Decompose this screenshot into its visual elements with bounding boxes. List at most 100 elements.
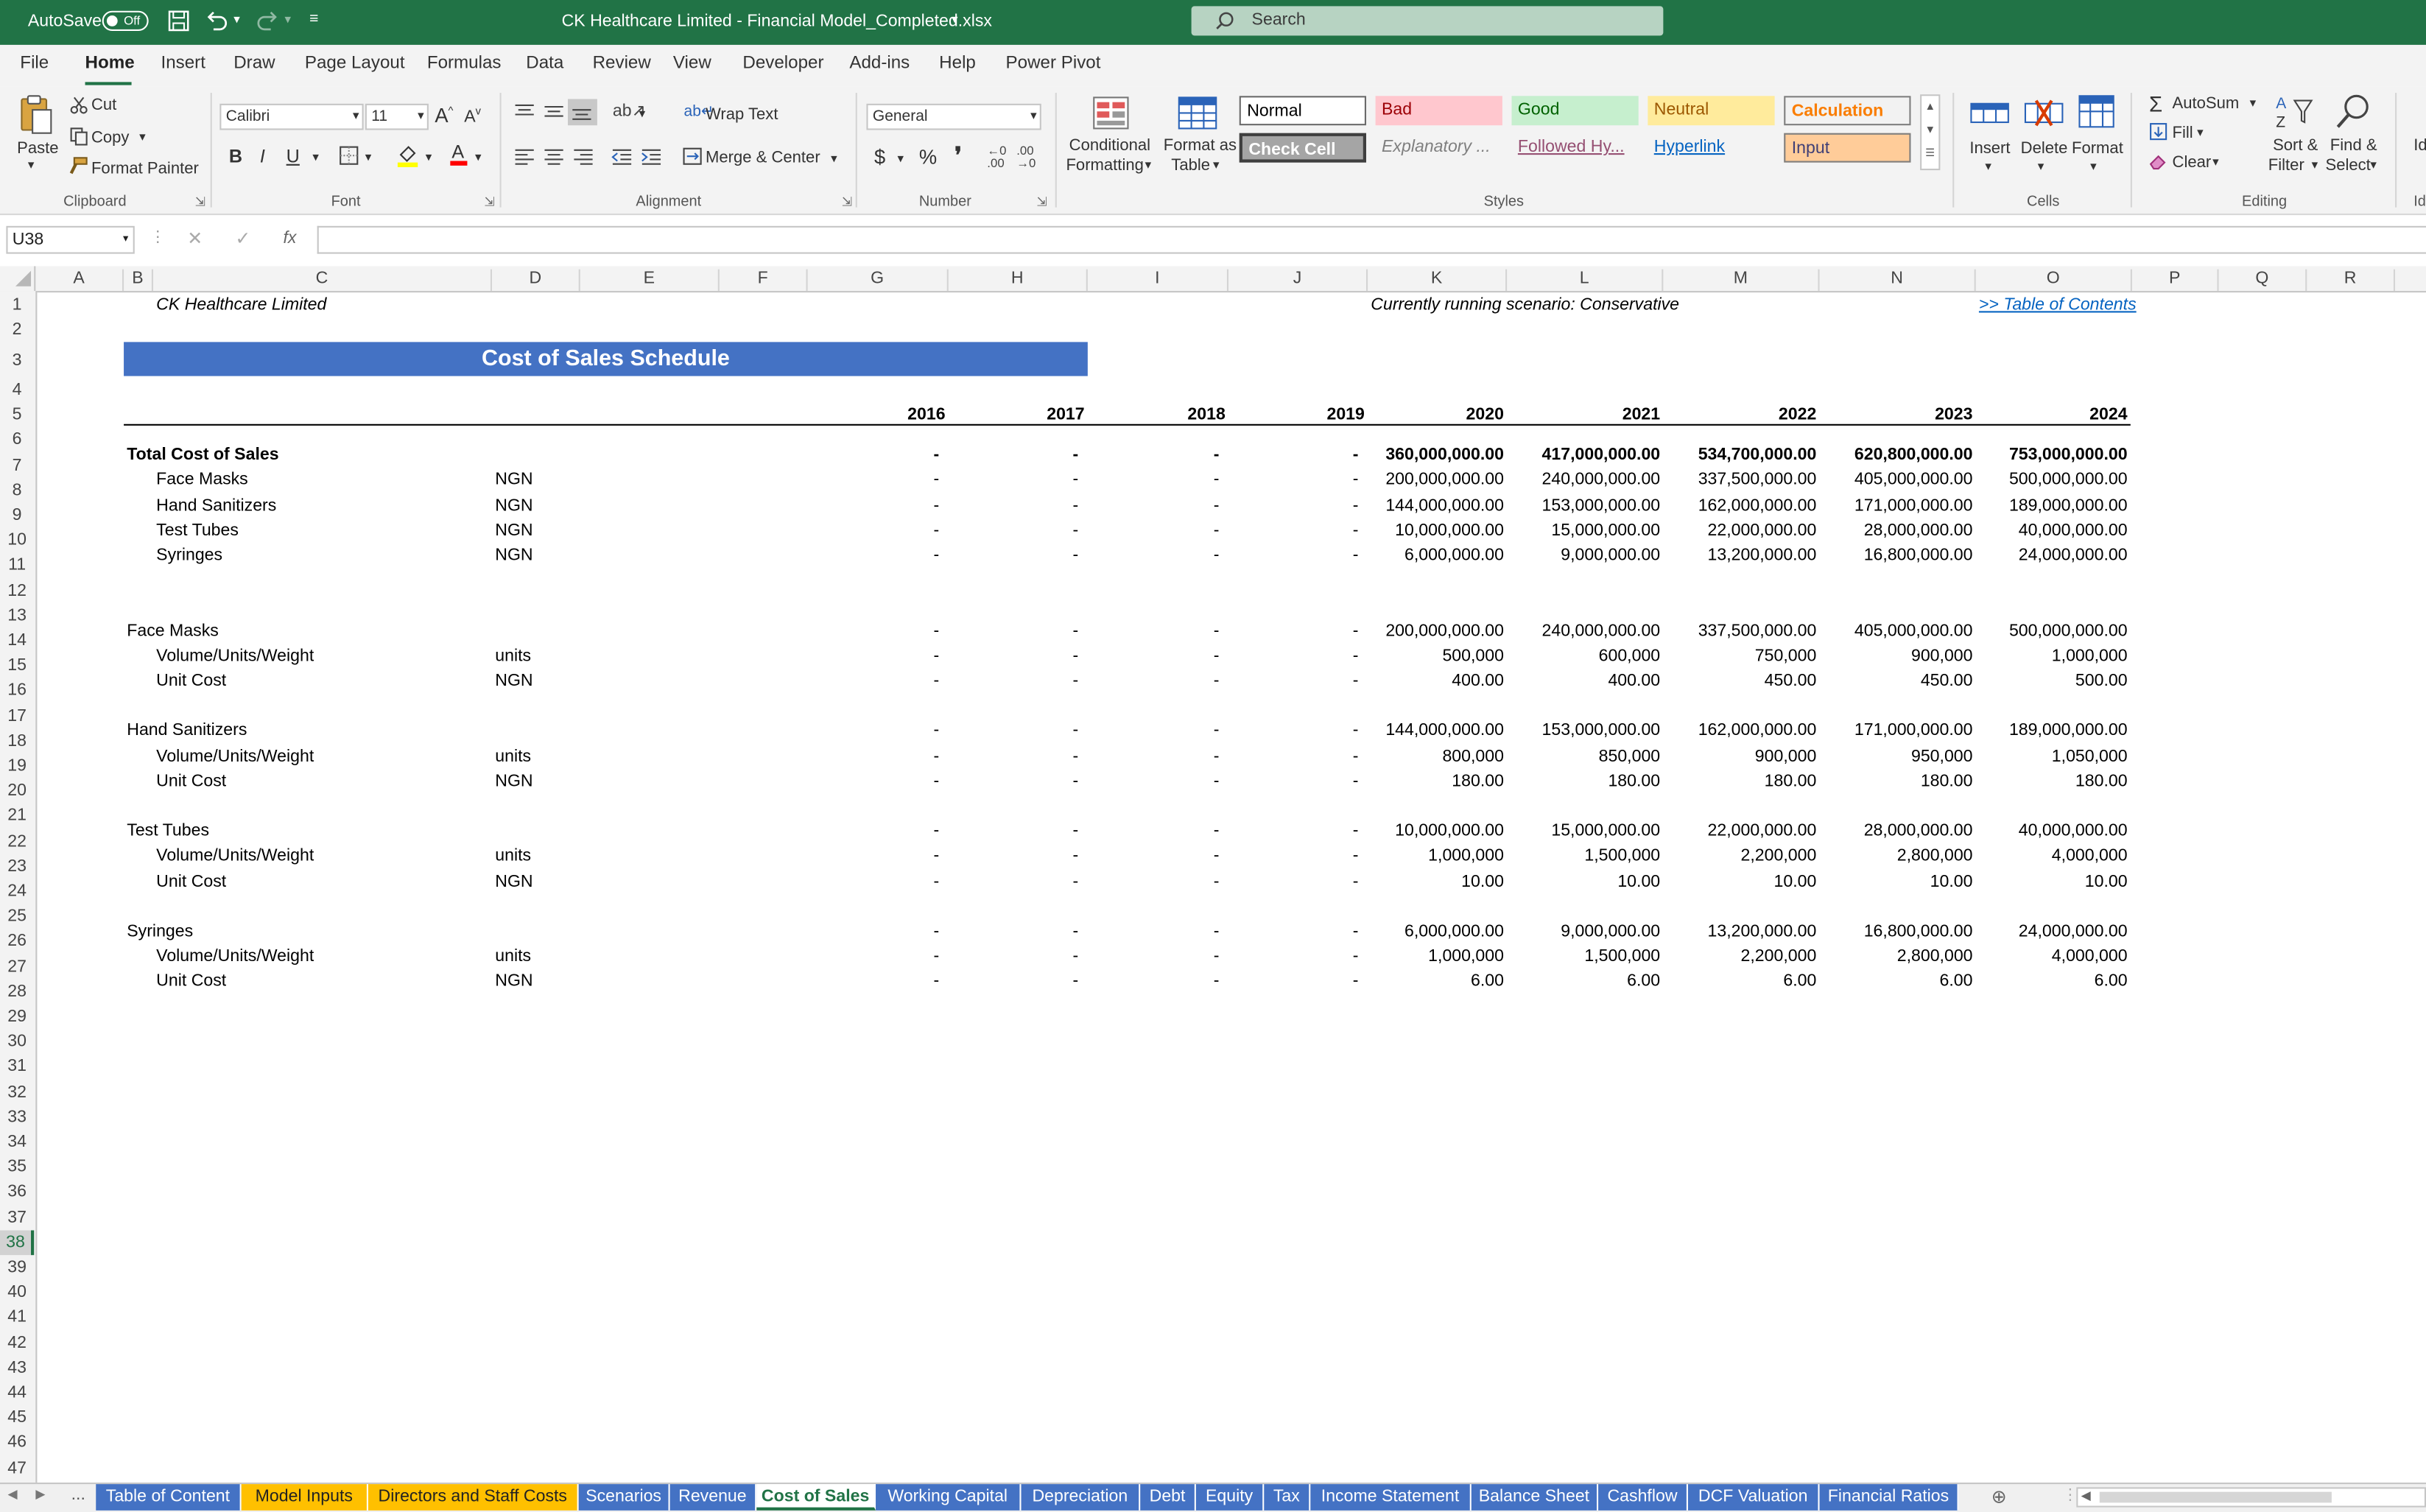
style-check-cell[interactable]: Check Cell xyxy=(1239,133,1367,163)
paste-icon[interactable] xyxy=(18,93,52,136)
align-right-icon[interactable] xyxy=(572,147,594,166)
conditional-formatting-sub[interactable]: Formatting xyxy=(1066,156,1143,175)
conditional-formatting-label[interactable]: Conditional xyxy=(1069,136,1150,155)
fill-dropdown-icon[interactable]: ▾ xyxy=(426,150,432,164)
conditional-formatting-icon[interactable] xyxy=(1092,96,1129,130)
style-bad[interactable]: Bad xyxy=(1375,96,1502,126)
sheet-tab[interactable]: Model Inputs xyxy=(241,1484,368,1511)
font-size-select[interactable]: 11 ▾ xyxy=(365,103,429,130)
paste-button[interactable]: Paste xyxy=(17,139,58,158)
format-cells-icon[interactable] xyxy=(2078,91,2114,132)
fill-color-icon[interactable] xyxy=(396,142,420,167)
style-input[interactable]: Input xyxy=(1784,133,1911,163)
sheet-tab[interactable]: Equity xyxy=(1195,1484,1265,1511)
sort-filter-label[interactable]: Sort & xyxy=(2273,136,2318,155)
copy-dropdown-icon[interactable]: ▾ xyxy=(139,130,145,144)
scroll-right-icon[interactable]: ▶ xyxy=(35,1487,45,1501)
column-header[interactable]: O xyxy=(1976,269,2132,292)
tab-review[interactable]: Review xyxy=(593,54,651,73)
format-cells-button[interactable]: Format xyxy=(2072,139,2123,158)
align-left-icon[interactable] xyxy=(513,147,535,166)
font-color-icon[interactable]: A xyxy=(449,141,468,167)
sheet-tab[interactable]: Depreciation xyxy=(1021,1484,1141,1511)
style-good[interactable]: Good xyxy=(1511,96,1639,126)
scroll-left-arrow-icon[interactable]: ◀ xyxy=(2081,1488,2091,1502)
alignment-launcher-icon[interactable]: ⇲ xyxy=(842,195,852,209)
redo-dropdown-icon[interactable]: ▾ xyxy=(285,13,291,27)
column-header[interactable]: E xyxy=(580,269,720,292)
eraser-icon[interactable] xyxy=(2149,152,2167,170)
table-of-contents-link[interactable]: >> Table of Contents xyxy=(1979,292,2137,317)
redo-icon[interactable] xyxy=(256,10,281,33)
style-neutral[interactable]: Neutral xyxy=(1648,96,1775,126)
column-header[interactable]: K xyxy=(1368,269,1508,292)
increase-font-icon[interactable]: A^ xyxy=(435,104,453,127)
sheet-tab[interactable]: Financial Ratios xyxy=(1819,1484,1959,1511)
merge-center-icon[interactable] xyxy=(682,147,702,166)
merge-dropdown-icon[interactable]: ▾ xyxy=(831,152,837,166)
format-as-table-label[interactable]: Format as xyxy=(1164,136,1237,155)
decrease-decimal-icon[interactable]: .00 →0 xyxy=(1016,144,1036,171)
sort-dropdown-icon[interactable]: ▾ xyxy=(2312,158,2318,172)
undo-dropdown-icon[interactable]: ▾ xyxy=(233,13,239,27)
delete-cells-button[interactable]: Delete xyxy=(2021,139,2068,158)
fill-menu-dropdown-icon[interactable]: ▾ xyxy=(2197,125,2203,139)
column-header[interactable]: B xyxy=(124,269,153,292)
column-header[interactable]: N xyxy=(1820,269,1976,292)
font-color-dropdown-icon[interactable]: ▾ xyxy=(475,150,481,164)
column-header[interactable]: D xyxy=(492,269,580,292)
tab-power-pivot[interactable]: Power Pivot xyxy=(1006,54,1101,73)
merge-center-button[interactable]: Merge & Center xyxy=(706,149,820,167)
copy-icon[interactable] xyxy=(70,127,88,146)
cancel-entry-icon[interactable]: ✕ xyxy=(187,228,203,249)
column-header[interactable]: J xyxy=(1228,269,1368,292)
sheet-tab[interactable]: Working Capital xyxy=(876,1484,1022,1511)
style-calculation[interactable]: Calculation xyxy=(1784,96,1911,126)
sheet-tab[interactable]: Revenue xyxy=(669,1484,757,1511)
customize-toolbar-icon[interactable]: ≡ xyxy=(309,11,318,28)
column-header[interactable]: M xyxy=(1663,269,1820,292)
font-name-select[interactable]: Calibri ▾ xyxy=(219,103,364,130)
column-header[interactable]: G xyxy=(808,269,949,292)
tab-home[interactable]: Home xyxy=(85,54,135,73)
more-sheets[interactable]: ... xyxy=(71,1485,85,1504)
sheet-tab[interactable]: Tax xyxy=(1264,1484,1311,1511)
font-launcher-icon[interactable]: ⇲ xyxy=(485,195,495,209)
autosum-button[interactable]: AutoSum xyxy=(2173,94,2240,113)
find-dropdown-icon[interactable]: ▾ xyxy=(2370,158,2376,172)
increase-indent-icon[interactable] xyxy=(641,147,662,166)
delete-dropdown-icon[interactable]: ▾ xyxy=(2038,159,2044,173)
delete-cells-icon[interactable] xyxy=(2024,94,2064,131)
sheet-tab-active[interactable]: Cost of Sales xyxy=(756,1484,876,1511)
tab-help[interactable]: Help xyxy=(939,54,976,73)
sort-filter-icon[interactable]: AZ xyxy=(2274,91,2315,132)
format-table-dropdown-icon[interactable]: ▾ xyxy=(1213,158,1219,172)
find-select-label[interactable]: Find & xyxy=(2330,136,2377,155)
paste-dropdown-icon[interactable]: ▾ xyxy=(28,158,34,172)
format-dropdown-icon[interactable]: ▾ xyxy=(2090,159,2096,173)
column-header[interactable]: A xyxy=(35,269,124,292)
decrease-font-icon[interactable]: Av xyxy=(464,107,481,127)
middle-align-icon[interactable] xyxy=(543,102,564,121)
clear-dropdown-icon[interactable]: ▾ xyxy=(2212,155,2218,169)
confirm-entry-icon[interactable]: ✓ xyxy=(235,228,250,249)
align-center-icon[interactable] xyxy=(543,147,564,166)
tab-developer[interactable]: Developer xyxy=(742,54,823,73)
clear-button[interactable]: Clear xyxy=(2173,153,2212,172)
borders-icon[interactable] xyxy=(339,146,359,166)
currency-dropdown-icon[interactable]: ▾ xyxy=(897,152,903,166)
wrap-text-button[interactable]: Wrap Text xyxy=(706,105,778,124)
sheet-tab[interactable]: DCF Valuation xyxy=(1687,1484,1820,1511)
top-align-icon[interactable] xyxy=(513,102,535,121)
increase-decimal-icon[interactable]: ←0.00 xyxy=(987,144,1006,171)
column-header[interactable]: I xyxy=(1088,269,1229,292)
insert-dropdown-icon[interactable]: ▾ xyxy=(1985,159,1991,173)
autosum-dropdown-icon[interactable]: ▾ xyxy=(2250,96,2256,110)
conditional-dropdown-icon[interactable]: ▾ xyxy=(1145,158,1151,172)
percent-button[interactable]: % xyxy=(919,146,937,169)
borders-dropdown-icon[interactable]: ▾ xyxy=(365,150,371,164)
save-icon[interactable] xyxy=(167,10,191,33)
column-header[interactable]: L xyxy=(1507,269,1664,292)
style-explanatory[interactable]: Explanatory ... xyxy=(1376,133,1502,163)
add-sheet-icon[interactable]: ⊕ xyxy=(1991,1485,2007,1507)
